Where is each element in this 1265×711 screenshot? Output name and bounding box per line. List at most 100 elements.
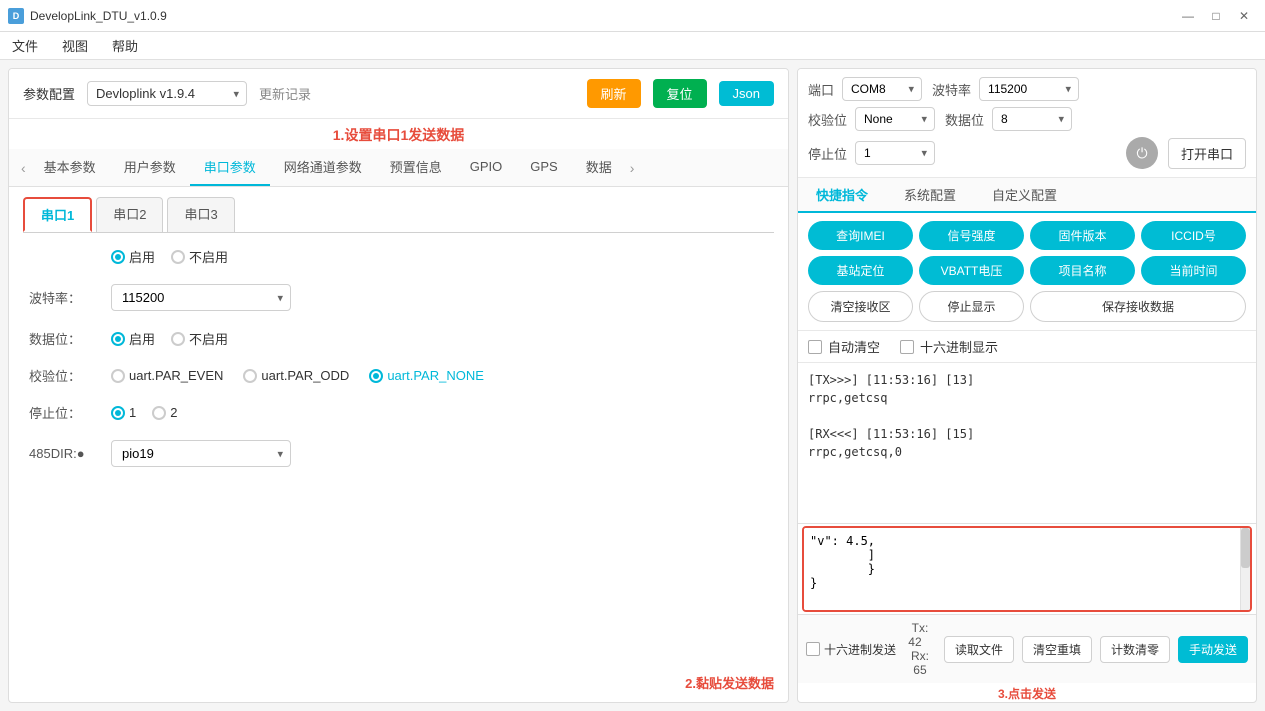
cmd-signal-strength[interactable]: 信号强度 (919, 221, 1024, 250)
serial-port-tabs: 串口1 串口2 串口3 (9, 187, 788, 232)
parity-even-dot (111, 369, 125, 383)
manual-send-button[interactable]: 手动发送 (1178, 636, 1248, 663)
read-file-button[interactable]: 读取文件 (944, 636, 1014, 663)
menu-file[interactable]: 文件 (8, 34, 42, 57)
data-bits-enable-label: 启用 (129, 329, 155, 348)
tab-network-channel[interactable]: 网络通道参数 (270, 149, 376, 186)
disable-radio[interactable]: 不启用 (171, 247, 228, 266)
send-scrollbar[interactable] (1240, 528, 1250, 610)
menu-help[interactable]: 帮助 (108, 34, 142, 57)
terminal-output: [TX>>>] [11:53:16] [13] rrpc,getcsq [RX<… (798, 363, 1256, 524)
reset-button[interactable]: 复位 (653, 79, 707, 108)
tab-system-config[interactable]: 系统配置 (886, 178, 974, 213)
menu-view[interactable]: 视图 (58, 34, 92, 57)
right-tabs: 快捷指令 系统配置 自定义配置 (798, 178, 1256, 213)
bottom-controls: 十六进制发送 Tx: 42 Rx: 65 读取文件 清空重填 计数清零 手动发送 (798, 614, 1256, 683)
stop-bits-1-radio[interactable]: 1 (111, 405, 136, 420)
rx-count: Rx: 65 (911, 649, 929, 677)
data-bits-config-select-wrapper: 8 (992, 107, 1072, 131)
close-button[interactable]: ✕ (1231, 6, 1257, 26)
stop-bits-1-label: 1 (129, 405, 136, 420)
data-bits-row: 数据位： 启用 不启用 (29, 329, 768, 348)
hex-display-label: 十六进制显示 (920, 337, 998, 356)
tab-prev-arrow[interactable]: ‹ (17, 160, 30, 176)
terminal-line-tx-header: [TX>>>] [11:53:16] [13] (808, 371, 1246, 389)
cmd-stop-display[interactable]: 停止显示 (919, 291, 1024, 322)
left-panel: 参数配置 Devloplink v1.9.4 更新记录 刷新 复位 Json 1… (8, 68, 789, 703)
stop-bits-2-radio[interactable]: 2 (152, 405, 177, 420)
disable-label: 不启用 (189, 247, 228, 266)
app-icon: D (8, 8, 24, 24)
maximize-button[interactable]: □ (1203, 6, 1229, 26)
cmd-save-recv[interactable]: 保存接收数据 (1030, 291, 1246, 322)
parity-odd-radio[interactable]: uart.PAR_ODD (243, 368, 349, 383)
update-link[interactable]: 更新记录 (259, 84, 311, 103)
stop-bits-config-row: 停止位 1 (808, 141, 935, 165)
disable-radio-dot (171, 250, 185, 264)
data-bits-enable-radio[interactable]: 启用 (111, 329, 155, 348)
cmd-current-time[interactable]: 当前时间 (1141, 256, 1246, 285)
parity-none-radio[interactable]: uart.PAR_NONE (369, 368, 484, 383)
baud-rate-config-select[interactable]: 115200 (979, 77, 1079, 101)
power-button[interactable]: ⏻ (1126, 137, 1158, 169)
port-select[interactable]: COM8 (842, 77, 922, 101)
tab-quick-commands[interactable]: 快捷指令 (798, 178, 886, 213)
stop-bits-label: 停止位： (29, 403, 99, 422)
data-bits-disable-label: 不启用 (189, 329, 228, 348)
dir-485-select[interactable]: pio19 pio18 pio20 (111, 440, 291, 467)
cmd-firmware-version[interactable]: 固件版本 (1030, 221, 1135, 250)
cmd-clear-recv[interactable]: 清空接收区 (808, 291, 913, 322)
refresh-button[interactable]: 刷新 (587, 79, 641, 108)
cmd-iccid[interactable]: ICCID号 (1141, 221, 1246, 250)
enable-radio-dot (111, 250, 125, 264)
serial-tab-3[interactable]: 串口3 (167, 197, 234, 232)
enable-label: 启用 (129, 247, 155, 266)
open-port-button[interactable]: 打开串口 (1168, 138, 1246, 169)
data-bits-disable-radio[interactable]: 不启用 (171, 329, 228, 348)
cmd-vbatt[interactable]: VBATT电压 (919, 256, 1024, 285)
main-container: 参数配置 Devloplink v1.9.4 更新记录 刷新 复位 Json 1… (0, 60, 1265, 711)
parity-config-select[interactable]: None (855, 107, 935, 131)
serial-tab-2[interactable]: 串口2 (96, 197, 163, 232)
clear-count-button[interactable]: 计数清零 (1100, 636, 1170, 663)
port-config-row: 端口 COM8 (808, 77, 922, 101)
tab-gpio[interactable]: GPIO (456, 151, 517, 184)
window-controls: — □ ✕ (1175, 6, 1257, 26)
stop-bits-row: 停止位： 1 2 (29, 403, 768, 422)
hex-display-checkbox[interactable]: 十六进制显示 (900, 337, 998, 356)
parity-radio-group: uart.PAR_EVEN uart.PAR_ODD uart.PAR_NONE (111, 368, 484, 383)
stop-bits-config-select[interactable]: 1 (855, 141, 935, 165)
tab-user-params[interactable]: 用户参数 (110, 149, 190, 186)
parity-even-radio[interactable]: uart.PAR_EVEN (111, 368, 223, 383)
tab-gps[interactable]: GPS (516, 151, 571, 184)
parity-odd-dot (243, 369, 257, 383)
version-select[interactable]: Devloplink v1.9.4 (87, 81, 247, 106)
tab-serial-params[interactable]: 串口参数 (190, 149, 270, 186)
serial-tab-1[interactable]: 串口1 (23, 197, 92, 232)
auto-clear-checkbox[interactable]: 自动清空 (808, 337, 880, 356)
minimize-button[interactable]: — (1175, 6, 1201, 26)
cmd-project-name[interactable]: 项目名称 (1030, 256, 1135, 285)
send-scrollbar-thumb (1241, 528, 1250, 568)
tab-basic-params[interactable]: 基本参数 (30, 149, 110, 186)
send-textarea[interactable]: "v": 4.5, ] } } (804, 528, 1250, 610)
tab-preset-info[interactable]: 预置信息 (376, 149, 456, 186)
baud-config-select-wrapper: 115200 (979, 77, 1079, 101)
baud-rate-select[interactable]: 115200 9600 19200 38400 57600 (111, 284, 291, 311)
cmd-query-imei[interactable]: 查询IMEI (808, 221, 913, 250)
enable-radio[interactable]: 启用 (111, 247, 155, 266)
clear-send-button[interactable]: 清空重填 (1022, 636, 1092, 663)
json-button[interactable]: Json (719, 81, 774, 106)
data-bits-radio-group: 启用 不启用 (111, 329, 228, 348)
tab-next-arrow[interactable]: › (626, 160, 639, 176)
data-bits-enable-dot (111, 332, 125, 346)
tab-data[interactable]: 数据 (572, 149, 626, 186)
hex-send-box[interactable] (806, 642, 820, 656)
data-bits-config-select[interactable]: 8 (992, 107, 1072, 131)
parity-none-dot (369, 369, 383, 383)
cmd-base-station[interactable]: 基站定位 (808, 256, 913, 285)
parity-even-label: uart.PAR_EVEN (129, 368, 223, 383)
baud-config-row: 波特率 115200 (932, 77, 1079, 101)
tx-rx-info: Tx: 42 Rx: 65 (904, 621, 936, 677)
tab-custom-config[interactable]: 自定义配置 (974, 178, 1075, 213)
